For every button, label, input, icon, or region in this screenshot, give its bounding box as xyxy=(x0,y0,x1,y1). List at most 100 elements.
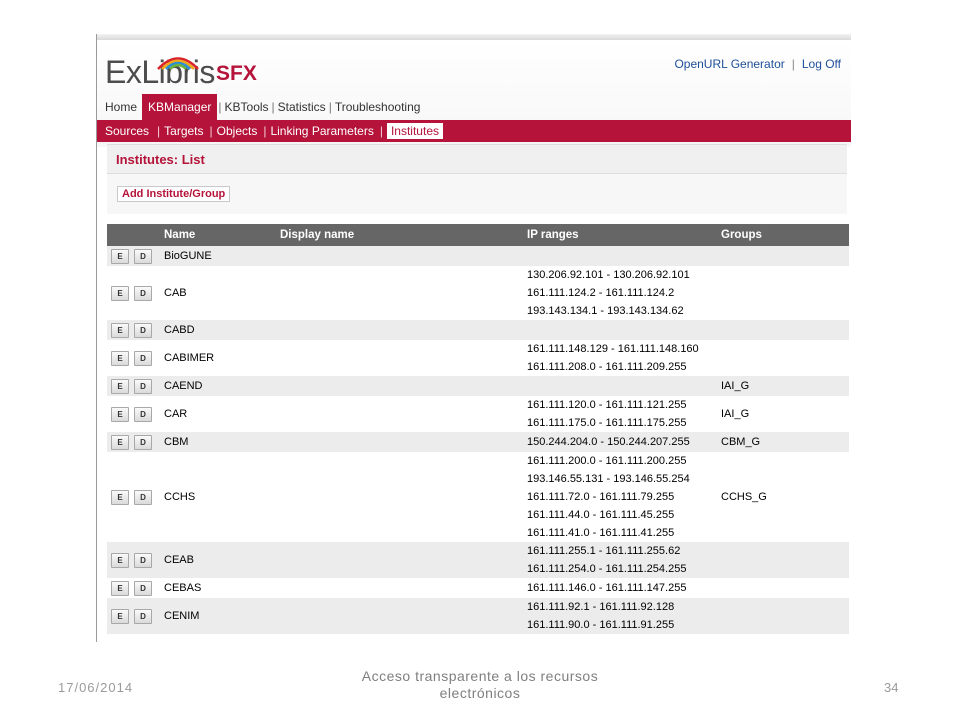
header-actions xyxy=(107,224,164,246)
edit-button[interactable]: E xyxy=(111,248,129,264)
edit-button[interactable]: E xyxy=(111,580,129,596)
display-name xyxy=(280,320,527,340)
delete-button[interactable]: D xyxy=(134,552,152,568)
row-actions: ED xyxy=(107,578,164,598)
header-groups[interactable]: Groups xyxy=(721,224,849,246)
delete-button[interactable]: D xyxy=(134,350,152,366)
delete-button[interactable]: D xyxy=(134,322,152,338)
log-off-link[interactable]: Log Off xyxy=(802,57,841,71)
delete-button[interactable]: D xyxy=(134,434,152,450)
ip-range: 161.111.120.0 - 161.111.121.255 xyxy=(527,399,687,411)
group-name: IAI_G xyxy=(721,408,750,420)
main-nav: Home KBManager | KBTools | Statistics | … xyxy=(97,94,422,120)
subnav-objects[interactable]: Objects xyxy=(215,124,260,138)
ip-range: 161.111.148.129 - 161.111.148.160 xyxy=(527,343,699,355)
ip-range: 193.143.134.1 - 193.143.134.62 xyxy=(527,305,684,317)
openurl-generator-link[interactable]: OpenURL Generator xyxy=(674,57,784,71)
separator: | xyxy=(157,124,161,138)
delete-button[interactable]: D xyxy=(134,406,152,422)
group-name xyxy=(721,246,849,266)
subnav-institutes[interactable]: Institutes xyxy=(386,123,443,139)
nav-home[interactable]: Home xyxy=(97,94,142,120)
exlibris-sfx-logo: ExLibris SFX xyxy=(105,52,275,92)
ip-range: 161.111.41.0 - 161.111.41.255 xyxy=(527,527,675,539)
ip-range-empty xyxy=(527,247,721,265)
institute-name: CBM xyxy=(164,436,189,448)
edit-button[interactable]: E xyxy=(111,552,129,568)
header-name[interactable]: Name xyxy=(164,224,280,246)
row-actions: ED xyxy=(107,396,164,432)
app-header: ExLibris SFX OpenURL Generator | Log Off H… xyxy=(97,40,851,147)
display-name xyxy=(280,598,527,634)
nav-kbmanager[interactable]: KBManager xyxy=(142,94,218,120)
subnav-sources[interactable]: Sources xyxy=(97,124,153,138)
subnav-linking-parameters[interactable]: Linking Parameters xyxy=(268,124,375,138)
table-row: E D CEBAS 161.111.146.0 - 161.111.147.255 xyxy=(107,578,849,598)
ip-range: 130.206.92.101 - 130.206.92.101 xyxy=(527,269,690,281)
edit-button[interactable]: E xyxy=(111,434,129,450)
ip-range: 161.111.124.2 - 161.111.124.2 xyxy=(527,287,675,299)
institute-name: CENIM xyxy=(164,610,200,622)
ip-ranges: 150.244.204.0 - 150.244.207.255 xyxy=(527,432,721,452)
delete-button[interactable]: D xyxy=(134,285,152,301)
institute-name: CABD xyxy=(164,324,195,336)
edit-button[interactable]: E xyxy=(111,322,129,338)
edit-button[interactable]: E xyxy=(111,285,129,301)
table-row: E D CBM 150.244.204.0 - 150.244.207.255 CBM_… xyxy=(107,432,849,452)
ip-range-empty xyxy=(527,321,721,339)
institutes-table: Name Display name IP ranges Groups E D Bio… xyxy=(107,224,849,634)
group-name xyxy=(721,578,849,598)
subnav-targets[interactable]: Targets xyxy=(162,124,205,138)
delete-button[interactable]: D xyxy=(134,608,152,624)
row-actions: ED xyxy=(107,432,164,452)
edit-button[interactable]: E xyxy=(111,489,129,505)
nav-kbtools[interactable]: KBTools xyxy=(223,94,271,120)
table-row: E D CAEND IAI_G xyxy=(107,376,849,396)
ip-ranges xyxy=(527,320,721,340)
footer-date: 17/06/2014 xyxy=(58,680,134,695)
nav-statistics[interactable]: Statistics xyxy=(276,94,328,120)
display-name xyxy=(280,452,527,542)
table-row: E D CAB 130.206.92.101 - 130.206.92.101 161.… xyxy=(107,266,849,320)
page-title: Institutes: List xyxy=(107,144,847,174)
ip-range: 161.111.255.1 - 161.111.255.62 xyxy=(527,545,681,557)
delete-button[interactable]: D xyxy=(134,489,152,505)
separator: | xyxy=(791,57,795,71)
browser-screenshot: ExLibris SFX OpenURL Generator | Log Off H… xyxy=(96,34,851,642)
ip-ranges: 161.111.200.0 - 161.111.200.255 193.146.5… xyxy=(527,452,721,542)
row-actions: ED xyxy=(107,542,164,578)
ip-ranges xyxy=(527,376,721,396)
institute-name: CABIMER xyxy=(164,352,215,364)
institutes-table-wrap: Name Display name IP ranges Groups E D Bio… xyxy=(107,224,849,634)
ip-range: 193.146.55.131 - 193.146.55.254 xyxy=(527,473,690,485)
edit-button[interactable]: E xyxy=(111,378,129,394)
group-name xyxy=(721,266,849,320)
table-header-row: Name Display name IP ranges Groups xyxy=(107,224,849,246)
table-body: E D BioGUNE E D CAB 130.206.92.101 - 130.206.9… xyxy=(107,246,849,634)
row-actions: ED xyxy=(107,452,164,542)
institute-name: CEAB xyxy=(164,554,194,566)
ip-range: 161.111.90.0 - 161.111.91.255 xyxy=(527,619,675,631)
header-ip-ranges[interactable]: IP ranges xyxy=(527,224,721,246)
edit-button[interactable]: E xyxy=(111,608,129,624)
delete-button[interactable]: D xyxy=(134,378,152,394)
row-actions: ED xyxy=(107,598,164,634)
header-display-name[interactable]: Display name xyxy=(280,224,527,246)
table-row: E D CENIM 161.111.92.1 - 161.111.92.128 161.… xyxy=(107,598,849,634)
delete-button[interactable]: D xyxy=(134,580,152,596)
ip-range: 161.111.254.0 - 161.111.254.255 xyxy=(527,563,687,575)
action-bar: Add Institute/Group xyxy=(107,174,847,214)
display-name xyxy=(280,432,527,452)
delete-button[interactable]: D xyxy=(134,248,152,264)
ip-ranges: 161.111.92.1 - 161.111.92.128 161.111.90.… xyxy=(527,598,721,634)
separator: | xyxy=(209,124,213,138)
edit-button[interactable]: E xyxy=(111,406,129,422)
add-institute-group-button[interactable]: Add Institute/Group xyxy=(117,186,231,202)
nav-troubleshooting[interactable]: Troubleshooting xyxy=(333,94,423,120)
table-row: E D CABIMER 161.111.148.129 - 161.111.148.1… xyxy=(107,340,849,376)
logo-arc-icon xyxy=(157,57,199,70)
footer-page-number: 34 xyxy=(884,680,899,695)
display-name xyxy=(280,340,527,376)
display-name xyxy=(280,542,527,578)
edit-button[interactable]: E xyxy=(111,350,129,366)
